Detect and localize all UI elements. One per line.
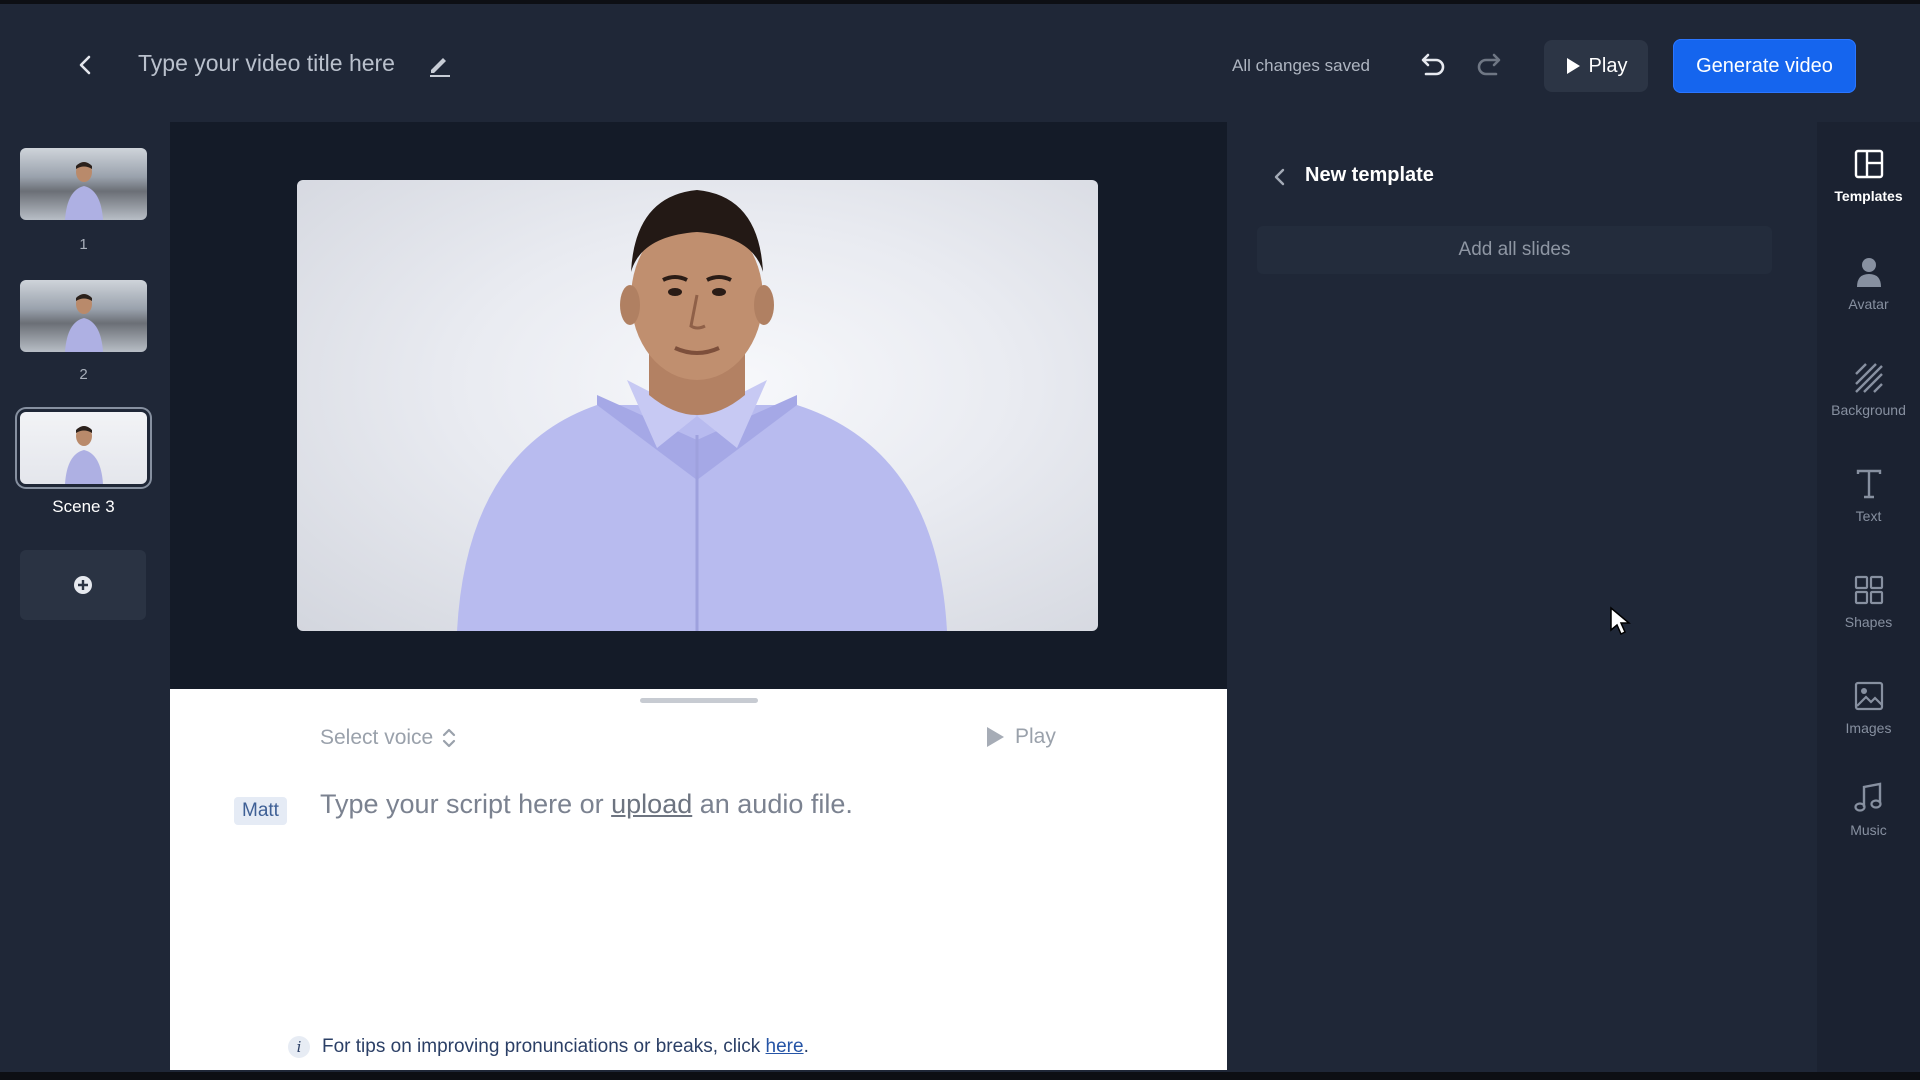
slides-panel: 1 2 Scene 3 — [0, 122, 170, 1072]
tool-images[interactable]: Images — [1817, 680, 1920, 736]
script-placeholder-suffix: an audio file. — [699, 789, 853, 819]
tool-background[interactable]: Background — [1817, 362, 1920, 418]
play-button-label: Play — [1588, 54, 1628, 77]
slide-label-3: Scene 3 — [52, 497, 115, 516]
select-voice-dropdown[interactable]: Select voice — [320, 725, 457, 751]
add-scene-button[interactable] — [20, 550, 146, 620]
tool-sidebar: Templates Avatar Background Text Shapes … — [1817, 122, 1920, 1072]
tips-banner: i For tips on improving pronunciations o… — [288, 1036, 809, 1058]
avatar-icon — [1856, 258, 1881, 287]
window-bottom-border — [0, 1072, 1920, 1080]
slide-number-1: 1 — [79, 236, 88, 253]
voice-tag[interactable]: Matt — [234, 797, 287, 825]
slide-number-2: 2 — [79, 366, 88, 383]
save-status: All changes saved — [1232, 56, 1370, 75]
redo-button[interactable] — [1474, 48, 1508, 82]
templates-icon — [1854, 149, 1883, 179]
pencil-icon — [430, 58, 450, 77]
play-icon — [987, 727, 1004, 747]
slide-thumbnail-3[interactable] — [20, 412, 147, 484]
tool-label-text: Text — [1855, 508, 1882, 524]
slide-thumbnail-1[interactable] — [20, 148, 147, 220]
play-icon — [1566, 58, 1580, 74]
top-bar: Type your video title here All changes s… — [0, 4, 1920, 122]
tips-text: For tips on improving pronunciations or … — [322, 1036, 809, 1058]
play-script-label: Play — [1015, 725, 1056, 748]
images-icon — [1854, 681, 1883, 711]
app-window: Type your video title here All changes s… — [0, 0, 1920, 1080]
avatar-thumbnail-image — [64, 294, 103, 352]
tips-period: . — [803, 1036, 809, 1057]
video-title[interactable]: Type your video title here — [138, 50, 395, 77]
edit-title-button[interactable] — [426, 50, 454, 78]
chevron-left-icon — [79, 55, 91, 75]
redo-icon — [1477, 53, 1501, 76]
avatar-thumbnail-image — [64, 426, 103, 484]
slide-thumbnail-2[interactable] — [20, 280, 147, 352]
panel-title: New template — [1305, 164, 1434, 186]
panel-back-button[interactable] — [1269, 166, 1291, 188]
tool-label-templates: Templates — [1834, 188, 1903, 204]
templates-panel: New template Add all slides — [1227, 122, 1817, 1072]
undo-icon — [1421, 53, 1445, 76]
tool-label-shapes: Shapes — [1844, 614, 1893, 630]
info-icon: i — [288, 1036, 310, 1058]
upload-link[interactable]: upload — [611, 789, 692, 819]
tool-music[interactable]: Music — [1817, 782, 1920, 838]
script-editor: Select voice Play Matt Type your script … — [170, 689, 1227, 1070]
play-button[interactable]: Play — [1544, 40, 1648, 92]
background-icon — [1854, 363, 1883, 393]
tips-message: For tips on improving pronunciations or … — [322, 1036, 761, 1057]
chevron-up-down-icon — [443, 728, 456, 748]
music-icon — [1853, 782, 1882, 812]
play-script-button[interactable]: Play — [985, 725, 1056, 749]
undo-button[interactable] — [1414, 48, 1448, 82]
text-icon — [1856, 469, 1881, 499]
back-button[interactable] — [70, 48, 100, 82]
add-all-slides-button[interactable]: Add all slides — [1257, 226, 1772, 274]
tool-avatar[interactable]: Avatar — [1817, 256, 1920, 312]
mouse-pointer-icon — [1610, 606, 1631, 636]
tool-templates[interactable]: Templates — [1817, 148, 1920, 204]
generate-video-button[interactable]: Generate video — [1673, 39, 1856, 93]
tool-shapes[interactable]: Shapes — [1817, 574, 1920, 630]
video-preview[interactable] — [297, 180, 1098, 631]
select-voice-label: Select voice — [320, 726, 434, 749]
script-placeholder-prefix: Type your script here or — [320, 789, 604, 819]
tool-label-avatar: Avatar — [1848, 296, 1889, 312]
canvas-area — [170, 122, 1227, 689]
resize-handle[interactable] — [640, 698, 758, 703]
shapes-icon — [1854, 575, 1883, 605]
tips-link[interactable]: here — [766, 1036, 804, 1057]
avatar-image — [457, 190, 947, 631]
tool-label-background: Background — [1831, 402, 1906, 418]
script-input[interactable]: Type your script here or upload an audio… — [320, 789, 853, 820]
tool-text[interactable]: Text — [1817, 468, 1920, 524]
tool-label-music: Music — [1850, 822, 1887, 838]
avatar-thumbnail-image — [64, 162, 103, 220]
plus-circle-icon — [74, 576, 92, 594]
chevron-left-icon — [1274, 168, 1285, 186]
tool-label-images: Images — [1845, 720, 1892, 736]
